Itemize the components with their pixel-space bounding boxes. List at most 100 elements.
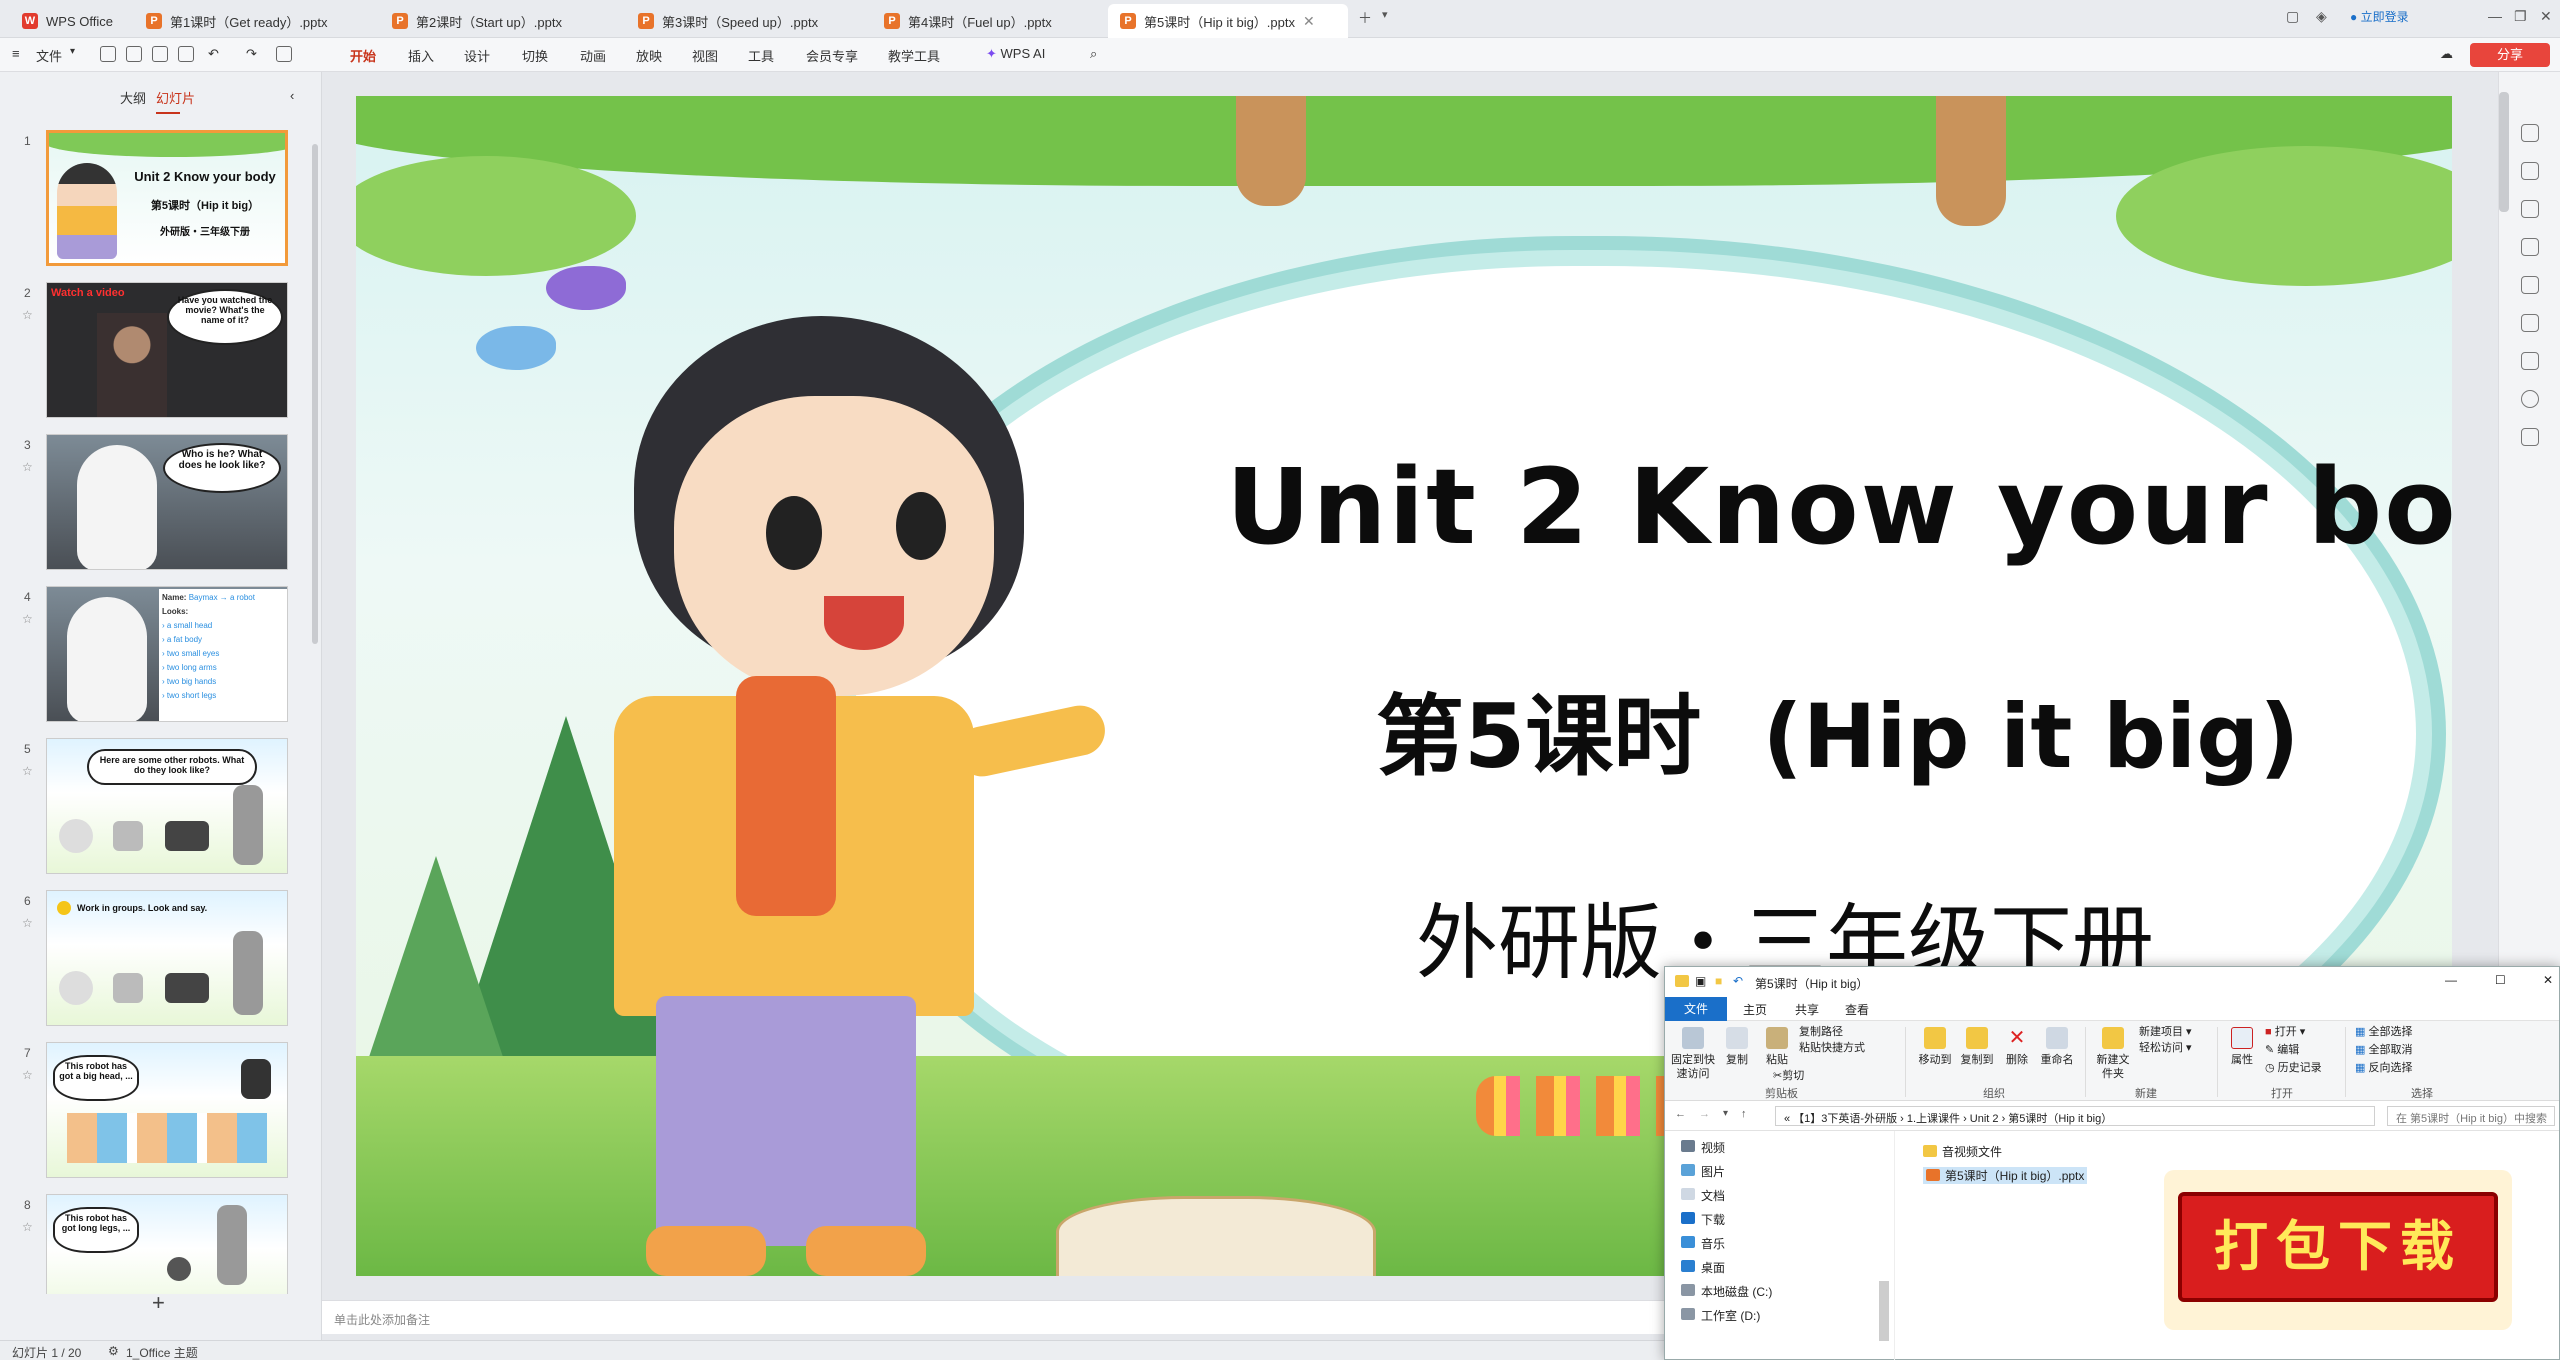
chevron-down-icon[interactable]: ▾: [70, 46, 75, 57]
maximize-icon[interactable]: ☐: [2495, 973, 2506, 987]
tab-view[interactable]: 查看: [1845, 1001, 1869, 1018]
nav-videos[interactable]: 视频: [1681, 1139, 1725, 1156]
menu-member[interactable]: 会员专享: [806, 46, 858, 65]
slide-thumbnail-8[interactable]: This robot has got long legs, ...: [46, 1194, 288, 1294]
add-slide-button[interactable]: +: [152, 1290, 165, 1316]
forward-icon[interactable]: →: [1699, 1108, 1710, 1120]
back-icon[interactable]: ←: [1675, 1108, 1686, 1120]
tab-doc-4[interactable]: P 第4课时（Fuel up）.pptx: [872, 4, 1102, 38]
undo-icon[interactable]: ↶: [208, 46, 219, 62]
window-icon[interactable]: ▢: [2286, 8, 2299, 25]
open-button[interactable]: ■ 打开 ▾: [2265, 1025, 2305, 1039]
slide-thumb-row[interactable]: 7 ☆ This robot has got a big head, ...: [0, 1042, 310, 1182]
menu-home[interactable]: 开始: [350, 46, 376, 65]
properties-qa-icon[interactable]: ▣: [1695, 974, 1706, 988]
menu-tools[interactable]: 工具: [748, 46, 774, 65]
search-icon[interactable]: ⌕: [1090, 46, 1097, 62]
close-icon[interactable]: ✕: [2543, 973, 2553, 987]
magic-icon[interactable]: [2521, 276, 2539, 294]
select-none-button[interactable]: ▦ 全部取消: [2355, 1043, 2412, 1057]
preview-icon[interactable]: [178, 46, 194, 62]
tab-doc-2[interactable]: P 第2课时（Start up）.pptx: [380, 4, 620, 38]
save-icon[interactable]: [100, 46, 116, 62]
translate-icon[interactable]: [2521, 352, 2539, 370]
file-row[interactable]: 音视频文件: [1923, 1143, 2002, 1160]
cube-icon[interactable]: ◈: [2316, 8, 2327, 25]
close-tab-icon[interactable]: ✕: [1303, 13, 1315, 30]
move-to-button[interactable]: 移动到: [1915, 1027, 1955, 1067]
cut-button[interactable]: ✂剪切: [1773, 1069, 1804, 1083]
easy-access-button[interactable]: 轻松访问 ▾: [2139, 1041, 2192, 1055]
menu-design[interactable]: 设计: [464, 46, 490, 65]
panel-scrollbar[interactable]: [312, 144, 318, 644]
properties-button[interactable]: 属性: [2225, 1027, 2259, 1067]
address-bar[interactable]: « 【1】3下英语-外研版 › 1.上课课件 › Unit 2 › 第5课时（H…: [1775, 1106, 2375, 1126]
slide-thumb-row[interactable]: 3 ☆ Who is he? What does he look like?: [0, 434, 310, 574]
slide-title[interactable]: Unit 2 Know your body: [1226, 446, 2452, 568]
file-row-selected[interactable]: 第5课时（Hip it big）.pptx: [1923, 1167, 2088, 1184]
select-all-button[interactable]: ▦ 全部选择: [2355, 1025, 2412, 1039]
minimize-icon[interactable]: —: [2488, 8, 2502, 24]
print-icon[interactable]: [152, 46, 168, 62]
tab-doc-3[interactable]: P 第3课时（Speed up）.pptx: [626, 4, 866, 38]
recent-icon[interactable]: ▾: [1723, 1108, 1728, 1119]
newfolder-qa-icon[interactable]: ■: [1715, 974, 1722, 988]
slide-thumbnail-2[interactable]: Watch a video Have you watched the movie…: [46, 282, 288, 418]
edit-button[interactable]: ✎ 编辑: [2265, 1043, 2299, 1057]
layout-icon[interactable]: [2521, 314, 2539, 332]
new-tab-icon[interactable]: ＋: [1358, 8, 1372, 28]
tab-doc-1[interactable]: P 第1课时（Get ready）.pptx: [134, 4, 374, 38]
nav-drive-c[interactable]: 本地磁盘 (C:): [1681, 1283, 1772, 1300]
theme-name[interactable]: 1_Office 主题: [126, 1344, 198, 1360]
tab-doc-5-active[interactable]: P 第5课时（Hip it big）.pptx ✕: [1108, 4, 1348, 38]
export-icon[interactable]: [126, 46, 142, 62]
slide-thumbnail-7[interactable]: This robot has got a big head, ...: [46, 1042, 288, 1178]
slide-thumbnail-3[interactable]: Who is he? What does he look like?: [46, 434, 288, 570]
redo-icon[interactable]: ↷: [246, 46, 257, 62]
history-button[interactable]: ◷ 历史记录: [2265, 1061, 2322, 1075]
nav-pictures[interactable]: 图片: [1681, 1163, 1725, 1180]
slide-thumbnail-5[interactable]: Here are some other robots. What do they…: [46, 738, 288, 874]
slide-subtitle[interactable]: 第5课时 (Hip it big): [1376, 666, 2299, 793]
login-link[interactable]: ● 立即登录: [2350, 8, 2409, 25]
tab-file[interactable]: 文件: [1665, 997, 1727, 1021]
close-window-icon[interactable]: ✕: [2540, 8, 2552, 25]
menu-view[interactable]: 视图: [692, 46, 718, 65]
restore-icon[interactable]: ❐: [2514, 8, 2527, 25]
tab-outline[interactable]: 大纲: [120, 88, 146, 107]
image-icon[interactable]: [2521, 238, 2539, 256]
slide-thumb-row[interactable]: 5 ☆ Here are some other robots. What do …: [0, 738, 310, 878]
menu-teaching[interactable]: 教学工具: [888, 46, 940, 65]
canvas-scrollbar[interactable]: [2499, 92, 2509, 212]
download-badge[interactable]: 打包下载: [2164, 1170, 2512, 1330]
undo-qa-icon[interactable]: ↶: [1733, 974, 1743, 988]
collapse-panel-icon[interactable]: ‹: [290, 88, 294, 103]
slide-thumbnail-1[interactable]: Unit 2 Know your body 第5课时（Hip it big） 外…: [46, 130, 288, 266]
slide-thumb-row[interactable]: 2 ☆ Watch a video Have you watched the m…: [0, 282, 310, 422]
chevron-down-icon[interactable]: ▾: [1382, 8, 1388, 21]
paste-button[interactable]: 粘贴: [1759, 1027, 1795, 1067]
nav-downloads[interactable]: 下载: [1681, 1211, 1725, 1228]
more-icon[interactable]: [2521, 428, 2539, 446]
nav-music[interactable]: 音乐: [1681, 1235, 1725, 1252]
star-icon[interactable]: [2521, 162, 2539, 180]
copy-button[interactable]: 复制: [1719, 1027, 1755, 1067]
delete-button[interactable]: ✕ 删除: [2001, 1027, 2033, 1067]
tab-home[interactable]: 主页: [1743, 1001, 1767, 1018]
slide-thumbnail-4[interactable]: Name: Baymax → a robot Looks: › a small …: [46, 586, 288, 722]
copy-path-button[interactable]: 复制路径: [1799, 1025, 1843, 1039]
share-button[interactable]: 分享: [2470, 43, 2550, 67]
slide-thumb-row[interactable]: 6 ☆ Work in groups. Look and say.: [0, 890, 310, 1030]
menu-file[interactable]: 文件: [36, 46, 62, 65]
hamburger-icon[interactable]: ≡: [12, 46, 20, 61]
menu-animation[interactable]: 动画: [580, 46, 606, 65]
cloud-icon[interactable]: ☁: [2440, 46, 2453, 62]
copy-icon[interactable]: [2521, 200, 2539, 218]
paste-shortcut-button[interactable]: 粘贴快捷方式: [1799, 1041, 1865, 1055]
invert-selection-button[interactable]: ▦ 反向选择: [2355, 1061, 2412, 1075]
slide-thumb-row[interactable]: 8 ☆ This robot has got long legs, ...: [0, 1194, 310, 1294]
slide-thumb-row[interactable]: 4 ☆ Name: Baymax → a robot Looks: › a sm…: [0, 586, 310, 726]
slide-thumbnail-6[interactable]: Work in groups. Look and say.: [46, 890, 288, 1026]
menu-transition[interactable]: 切换: [522, 46, 548, 65]
rename-button[interactable]: 重命名: [2037, 1027, 2077, 1067]
